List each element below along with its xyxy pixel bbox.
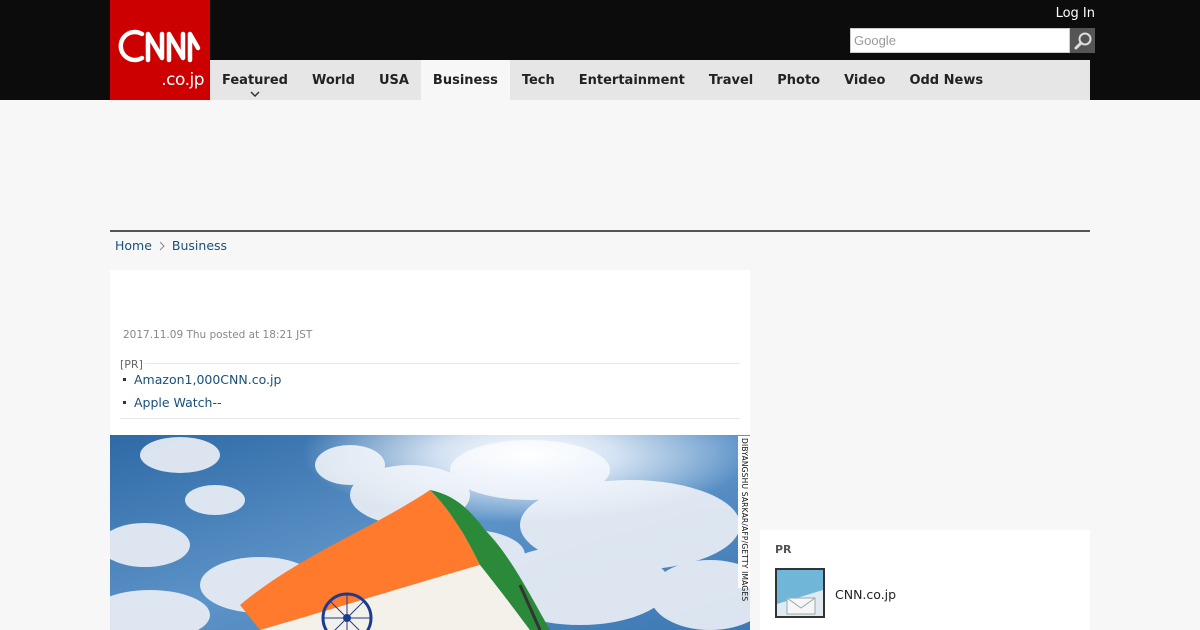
nav-item-featured[interactable]: Featured: [210, 60, 300, 100]
search-icon: [1074, 32, 1091, 49]
nav-item-label: Featured: [222, 72, 288, 88]
sidebar-pr-thumbnail[interactable]: [775, 568, 825, 618]
bullet-icon: [123, 401, 126, 404]
list-item[interactable]: Amazon1,000CNN.co.jp: [120, 372, 281, 387]
article-header-card: 2017.11.09 Thu posted at 18:21 JST [PR] …: [110, 270, 750, 435]
chevron-right-icon: [159, 241, 165, 250]
mail-laptop-icon: [777, 570, 823, 616]
nav-item-business[interactable]: Business: [420, 60, 510, 100]
cnn-logo[interactable]: .co.jp: [110, 0, 210, 100]
nav-item-label: World: [311, 72, 355, 88]
photo-credit: DIBYANGSHU SARKAR/AFP/GETTY IMAGES: [738, 436, 750, 601]
pr-link[interactable]: Amazon1,000CNN.co.jp: [134, 372, 281, 387]
bullet-icon: [123, 378, 126, 381]
photo-credit-text: DIBYANGSHU SARKAR/AFP/GETTY IMAGES: [740, 438, 749, 602]
nav-item-label: Travel: [708, 72, 754, 88]
nav-item-photo[interactable]: Photo: [765, 60, 832, 100]
ad-space: [110, 100, 1090, 230]
sidebar-pr-link[interactable]: CNN.co.jp: [835, 587, 896, 602]
nav-item-odd-news[interactable]: Odd News: [897, 60, 995, 100]
nav-item-tech[interactable]: Tech: [510, 60, 567, 100]
article-photo: [110, 435, 750, 630]
search-box: [850, 28, 1095, 53]
nav-item-world[interactable]: World: [300, 60, 367, 100]
chevron-down-icon: [250, 91, 260, 97]
breadcrumb: Home Business: [115, 238, 227, 253]
section-divider: [110, 230, 1090, 232]
nav-item-label: Entertainment: [578, 72, 685, 88]
breadcrumb-business[interactable]: Business: [172, 238, 227, 253]
nav-item-label: Odd News: [909, 72, 984, 88]
pr-label: [PR]: [120, 358, 145, 371]
article-date: 2017.11.09 Thu posted at 18:21 JST: [123, 329, 313, 341]
search-input[interactable]: [850, 28, 1070, 53]
search-button[interactable]: [1070, 28, 1095, 53]
divider: [120, 418, 740, 419]
list-item[interactable]: Apple Watch--: [120, 395, 281, 410]
login-link[interactable]: Log In: [1056, 6, 1095, 21]
divider: [120, 363, 740, 364]
main-nav: Featured World USA Business Tech Enterta…: [210, 60, 1090, 100]
pr-link-list: Amazon1,000CNN.co.jp Apple Watch--: [120, 372, 281, 418]
nav-item-usa[interactable]: USA: [367, 60, 421, 100]
nav-item-entertainment[interactable]: Entertainment: [567, 60, 697, 100]
cnn-wordmark-icon: [118, 29, 201, 63]
nav-item-travel[interactable]: Travel: [697, 60, 765, 100]
breadcrumb-home[interactable]: Home: [115, 238, 152, 253]
nav-item-label: Video: [844, 72, 886, 88]
logo-domain: .co.jp: [161, 70, 204, 90]
nav-item-label: Tech: [521, 72, 555, 88]
nav-item-label: Business: [432, 72, 498, 88]
nav-item-label: Photo: [777, 72, 821, 88]
sidebar-pr-box: PR CNN.co.jp: [760, 530, 1090, 630]
nav-item-label: USA: [378, 72, 409, 88]
sidebar-pr-label: PR: [775, 543, 792, 556]
pr-link[interactable]: Apple Watch--: [134, 395, 222, 410]
india-flag-photo-icon: [110, 435, 750, 630]
nav-item-video[interactable]: Video: [832, 60, 897, 100]
